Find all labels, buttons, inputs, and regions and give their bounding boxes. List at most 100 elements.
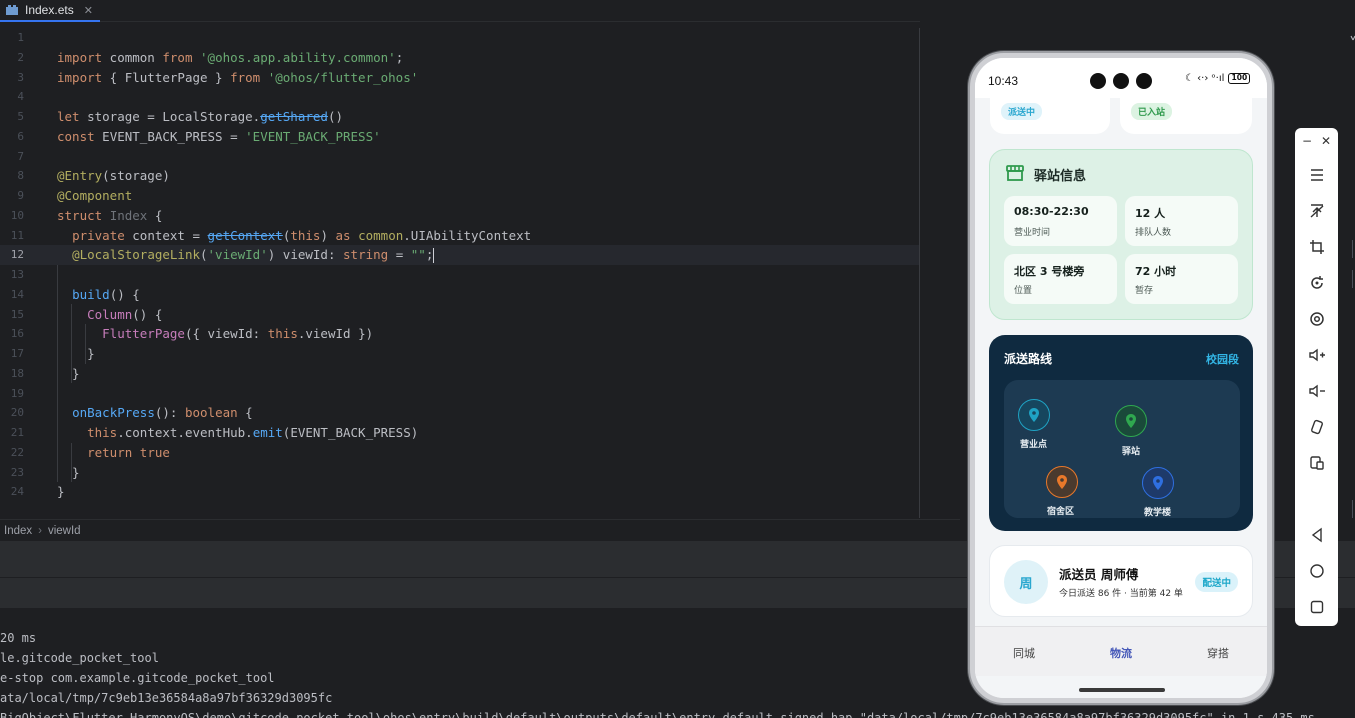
line-number: 21: [10, 426, 24, 439]
breadcrumb-item[interactable]: viewId: [48, 525, 81, 537]
tab-logistics[interactable]: 物流: [1091, 645, 1151, 661]
pin-top-icon[interactable]: [1295, 197, 1338, 225]
node-label: 宿舍区: [1047, 507, 1075, 517]
store-icon: [1006, 165, 1024, 181]
file-icon: [6, 5, 18, 15]
info-value: 72 小时: [1135, 265, 1177, 278]
code-line: let storage = LocalStorage.getShared(): [57, 109, 343, 124]
location-pin-icon[interactable]: [1115, 405, 1147, 437]
info-cell: 08:30-22:30 营业时间: [1004, 196, 1117, 246]
editor-tab-bar: Index.ets ✕: [0, 0, 920, 22]
tab-outfit[interactable]: 穿搭: [1188, 645, 1248, 661]
close-icon[interactable]: ✕: [84, 4, 93, 17]
code-editor[interactable]: 1 2 3 4 5 6 7 8 9 10 11 12 13 14 15 16 17 18 19 20 21 22 23 24 …: [0, 28, 920, 518]
info-label: 位置: [1014, 286, 1033, 296]
tab-same-city[interactable]: 同城: [994, 645, 1054, 661]
rotate-icon[interactable]: [1295, 269, 1338, 297]
volume-down-icon[interactable]: [1295, 377, 1338, 405]
code-line: }: [57, 346, 95, 361]
status-glyphs: ☾ ‹·› ᵒ‧ıl: [1185, 73, 1225, 84]
multi-window-icon[interactable]: [1295, 449, 1338, 477]
line-number: 8: [17, 169, 24, 183]
line-number: 24: [10, 485, 24, 499]
line-number: 19: [10, 386, 24, 400]
close-icon[interactable]: ✕: [1321, 134, 1331, 148]
code-line: return true: [87, 444, 170, 460]
line-number: 3: [17, 70, 24, 84]
shake-icon[interactable]: [1295, 413, 1338, 441]
camera-icon: [1136, 73, 1152, 89]
info-value: 08:30-22:30: [1014, 205, 1089, 218]
text-cursor: [433, 248, 435, 264]
status-badge: 派送中: [1001, 103, 1043, 120]
code-line: import common from '@ohos.app.ability.co…: [57, 49, 404, 65]
log-line: BigObject\Flutter_HarmonyOS\demo\gitcode…: [0, 711, 1315, 718]
chevron-right-icon: ›: [38, 524, 42, 537]
code-line: const EVENT_BACK_PRESS = 'EVENT_BACK_PRE…: [57, 128, 381, 144]
phone-screen[interactable]: 10:43 ☾ ‹·› ᵒ‧ıl 100 派送中 已入站 驿站信息 08:30-…: [975, 58, 1267, 698]
info-cell: 72 小时 暂存: [1125, 254, 1238, 304]
route-map: 营业点 驿站 宿舍区 教学楼: [1004, 380, 1240, 518]
info-label: 营业时间: [1014, 228, 1051, 238]
home-indicator[interactable]: [1079, 688, 1165, 692]
content-scroll[interactable]: 派送中 已入站 驿站信息 08:30-22:30 营业时间 12 人 排队人数 …: [975, 94, 1267, 626]
clock: 10:43: [988, 74, 1019, 88]
line-number: 12: [10, 248, 24, 262]
info-value: 12 人: [1135, 207, 1166, 220]
code-line: FlutterPage({ viewId: this.viewId }): [102, 326, 374, 342]
line-number: 14: [10, 287, 24, 301]
location-pin-icon[interactable]: [1018, 399, 1050, 431]
status-bar: 10:43 ☾ ‹·› ᵒ‧ıl 100: [975, 58, 1267, 98]
courier-stats: 今日派送 86 件 · 当前第 42 单: [1059, 589, 1183, 599]
breadcrumb-item[interactable]: Index: [4, 525, 32, 537]
line-number: 22: [10, 445, 24, 459]
line-number: 11: [10, 228, 24, 242]
code-line: @Entry(storage): [57, 168, 170, 184]
code-line: build() {: [72, 286, 140, 302]
line-number: 16: [10, 327, 24, 341]
line-number: 1: [17, 31, 24, 44]
home-icon[interactable]: [1295, 557, 1338, 585]
tab-label: Index.ets: [25, 3, 74, 17]
line-number: 10: [10, 208, 24, 222]
minimize-icon[interactable]: −: [1302, 134, 1312, 148]
courier-card[interactable]: 周 派送员 周师傅 今日派送 86 件 · 当前第 42 单 配送中: [989, 545, 1253, 617]
line-number: 7: [17, 149, 24, 163]
phone-emulator: 10:43 ☾ ‹·› ᵒ‧ıl 100 派送中 已入站 驿站信息 08:30-…: [970, 53, 1272, 703]
route-segment-link[interactable]: 校园段: [1206, 351, 1239, 367]
code-line: private context = getContext(this) as co…: [72, 227, 532, 243]
code-line: onBackPress(): boolean {: [72, 405, 253, 421]
log-line: le.gitcode_pocket_tool: [0, 651, 159, 665]
order-card[interactable]: 已入站: [1120, 94, 1252, 134]
editor-divider: [919, 28, 920, 518]
bottom-tab-bar: 同城 物流 穿搭: [975, 626, 1267, 676]
card-title: 驿站信息: [1034, 169, 1087, 184]
card-title: 派送路线: [1004, 352, 1053, 366]
line-number: 9: [17, 189, 24, 202]
info-cell: 12 人 排队人数: [1125, 196, 1238, 246]
recents-icon[interactable]: [1295, 593, 1338, 621]
menu-icon[interactable]: [1295, 161, 1338, 189]
camera-icon: [1113, 73, 1129, 89]
screenshot-icon[interactable]: [1295, 305, 1338, 333]
line-number: 6: [17, 129, 24, 143]
tab-index-ets[interactable]: Index.ets ✕: [0, 0, 100, 22]
info-label: 排队人数: [1135, 228, 1172, 238]
location-pin-icon[interactable]: [1046, 466, 1078, 498]
volume-up-icon[interactable]: [1295, 341, 1338, 369]
line-number: 17: [10, 347, 24, 360]
line-number: 15: [10, 307, 24, 321]
scrollbar[interactable]: [1350, 30, 1355, 520]
status-badge: 已入站: [1131, 103, 1173, 120]
line-number: 18: [10, 366, 24, 380]
location-pin-icon[interactable]: [1142, 467, 1174, 499]
order-card[interactable]: 派送中: [990, 94, 1110, 134]
log-line: 20 ms: [0, 631, 37, 645]
crop-icon[interactable]: [1295, 233, 1338, 261]
node-label: 营业点: [1020, 440, 1048, 450]
code-line: Column() {: [87, 306, 163, 322]
back-icon[interactable]: [1295, 521, 1338, 549]
line-number: 23: [10, 465, 24, 479]
info-label: 暂存: [1135, 286, 1154, 296]
breadcrumb: Index › viewId: [0, 519, 960, 541]
